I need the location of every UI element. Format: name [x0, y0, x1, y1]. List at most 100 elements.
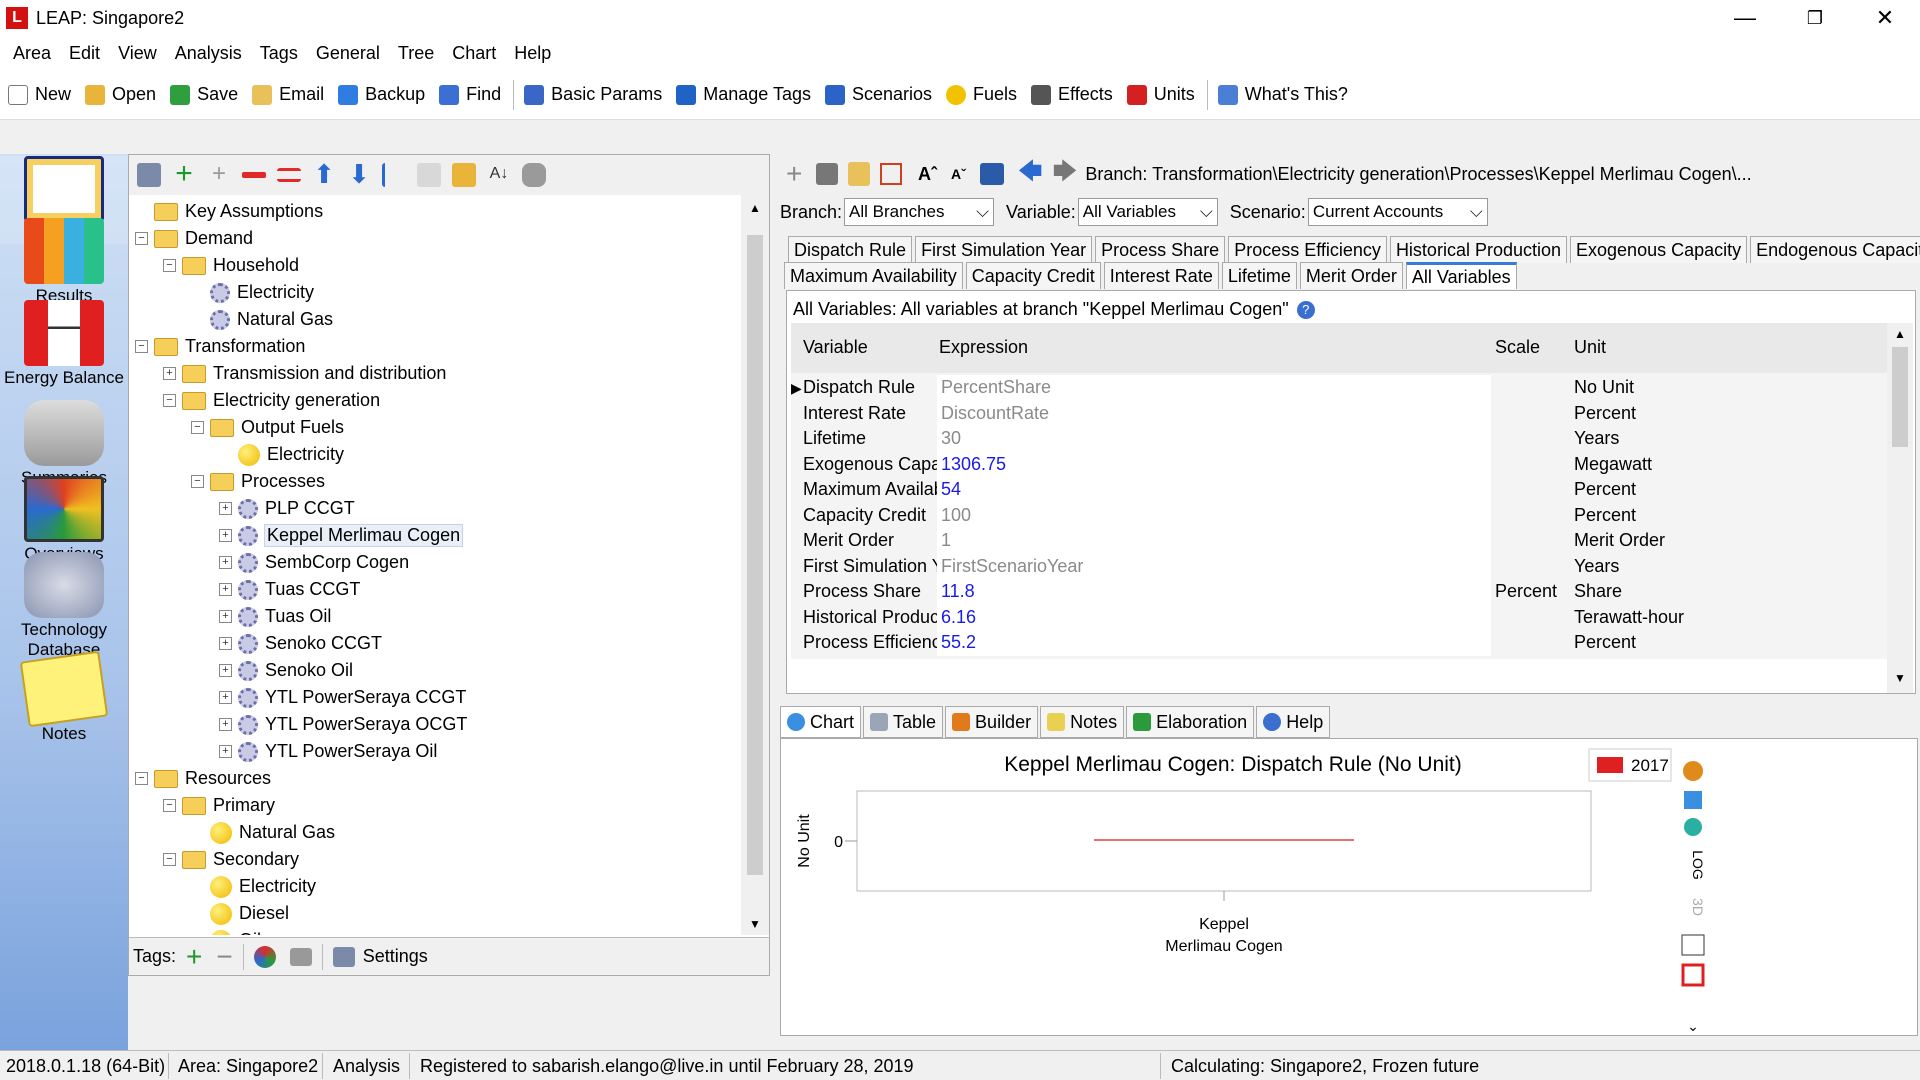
tree-expander-icon[interactable]: −	[135, 340, 148, 353]
tree-expander-icon[interactable]: −	[163, 853, 176, 866]
delete-multi-icon[interactable]	[277, 168, 301, 182]
folder-gray-icon[interactable]	[417, 163, 441, 187]
view-tab-notes[interactable]: Notes	[1040, 706, 1125, 738]
grid-row[interactable]: First Simulation YearFirstScenarioYear Ye…	[791, 553, 1887, 580]
cell-scale[interactable]: Percent	[1495, 581, 1557, 602]
chart-area-icon[interactable]	[1684, 818, 1702, 836]
cell-expression[interactable]: 6.16	[941, 607, 976, 628]
view-tab-chart[interactable]: Chart	[780, 706, 862, 738]
grid-row[interactable]: Process Efficiency 55.2 Percent	[791, 630, 1887, 656]
move-down-icon[interactable]: ⬇	[347, 161, 371, 187]
scroll-down-icon[interactable]: ▼	[1894, 671, 1906, 685]
tree-node[interactable]: − Output Fuels	[191, 414, 344, 441]
tree-node[interactable]: Electricity	[191, 279, 314, 306]
tree-node[interactable]: + PLP CCGT	[219, 495, 355, 522]
cell-expression[interactable]: 54	[941, 479, 961, 500]
grid-row[interactable]: Capacity Credit 100 Percent	[791, 502, 1887, 529]
menu-edit[interactable]: Edit	[60, 43, 109, 64]
tree-node[interactable]: − Demand	[135, 225, 253, 252]
font-decrease-icon[interactable]: Aˇ	[951, 166, 966, 182]
menu-view[interactable]: View	[109, 43, 166, 64]
back-arrow-icon[interactable]: 🡄	[1018, 154, 1043, 195]
scroll-up-icon[interactable]: ▲	[749, 201, 761, 215]
menu-tags[interactable]: Tags	[251, 43, 307, 64]
tree-node[interactable]: − Secondary	[163, 846, 299, 873]
scroll-up-icon[interactable]: ▲	[1894, 327, 1906, 341]
grid-scrollbar[interactable]: ▲ ▼	[1887, 323, 1913, 693]
tab-dispatch-rule[interactable]: Dispatch Rule	[788, 236, 913, 263]
menu-chart[interactable]: Chart	[443, 43, 505, 64]
delete-branch-icon[interactable]	[242, 172, 266, 178]
tree-expander-icon[interactable]: −	[191, 475, 204, 488]
tree-outline-icon[interactable]	[382, 163, 406, 187]
tree-view[interactable]: Key Assumptions − Demand − Household Electric…	[129, 195, 741, 935]
tab-process-efficiency[interactable]: Process Efficiency	[1228, 236, 1387, 263]
chart-bar-icon[interactable]	[1684, 791, 1702, 809]
cell-expression[interactable]: 55.2	[941, 632, 976, 653]
cell-unit[interactable]: Merit Order	[1574, 530, 1665, 551]
cell-unit[interactable]: Percent	[1574, 505, 1636, 526]
add-sibling-icon[interactable]: +	[207, 162, 231, 187]
tree-node[interactable]: + Transmission and distribution	[163, 360, 446, 387]
menu-help[interactable]: Help	[505, 43, 560, 64]
cell-expression[interactable]: FirstScenarioYear	[941, 556, 1083, 577]
cell-unit[interactable]: Percent	[1574, 632, 1636, 653]
branch-filter-select[interactable]: All Branches ⌵	[844, 198, 995, 226]
tree-properties-icon[interactable]	[137, 163, 161, 187]
cell-expression[interactable]: 1	[941, 530, 951, 551]
tree-node[interactable]: + YTL PowerSeraya Oil	[219, 738, 437, 765]
add-tag-icon[interactable]: +	[186, 941, 202, 973]
grid-row[interactable]: Interest Rate DiscountRate Percent	[791, 400, 1887, 427]
cell-unit[interactable]: Years	[1574, 428, 1619, 449]
toolbar-effects-button[interactable]: Effects	[1031, 84, 1113, 105]
tab-first-simulation-year[interactable]: First Simulation Year	[915, 236, 1093, 263]
chart-grid-icon[interactable]	[1681, 963, 1705, 987]
tab-endogenous-capacity[interactable]: Endogenous Capacity	[1750, 236, 1920, 263]
toolbar-save-button[interactable]: Save	[170, 84, 238, 105]
tree-expander-icon[interactable]: +	[163, 367, 176, 380]
cell-unit[interactable]: Percent	[1574, 403, 1636, 424]
tags-settings-button[interactable]: Settings	[363, 946, 428, 967]
tree-node[interactable]: + YTL PowerSeraya CCGT	[219, 684, 466, 711]
toolbar-manage-tags-button[interactable]: Manage Tags	[676, 84, 811, 105]
cell-expression[interactable]: 30	[941, 428, 961, 449]
sidebar-energy-balance[interactable]: Energy Balance	[0, 300, 128, 388]
menu-general[interactable]: General	[307, 43, 389, 64]
tree-node[interactable]: Diesel	[191, 900, 289, 927]
toolbar-scenarios-button[interactable]: Scenarios	[824, 84, 932, 105]
tree-node[interactable]: + Keppel Merlimau Cogen	[219, 522, 464, 549]
tree-expander-icon[interactable]: −	[135, 232, 148, 245]
tree-node[interactable]: − Electricity generation	[163, 387, 380, 414]
menu-analysis[interactable]: Analysis	[166, 43, 251, 64]
remove-tag-icon[interactable]: −	[216, 941, 232, 973]
grid-row[interactable]: Process Share 11.8 Percent Share	[791, 579, 1887, 605]
close-button[interactable]: ✕	[1850, 0, 1920, 36]
grid-row[interactable]: Historical Productior6.16 Terawatt-hour	[791, 604, 1887, 631]
cell-expression[interactable]: 100	[941, 505, 971, 526]
grid-row[interactable]: Lifetime 30 Years	[791, 426, 1887, 452]
tag-eraser-icon[interactable]	[289, 947, 312, 966]
tab-capacity-credit[interactable]: Capacity Credit	[965, 262, 1101, 289]
tree-node[interactable]: − Resources	[135, 765, 271, 792]
copy-icon[interactable]	[816, 163, 838, 185]
tree-node[interactable]: + SembCorp Cogen	[219, 549, 409, 576]
scroll-down-icon[interactable]: ▼	[749, 917, 761, 931]
grid-row[interactable]: ▶ Dispatch Rule PercentShare No Unit	[791, 375, 1887, 401]
tree-node[interactable]: − Household	[163, 252, 299, 279]
log-toggle[interactable]: LOG	[1690, 850, 1706, 880]
toolbar-find-button[interactable]: Find	[439, 84, 501, 105]
tab-exogenous-capacity[interactable]: Exogenous Capacity	[1570, 236, 1748, 263]
tree-node[interactable]: + Senoko Oil	[219, 657, 353, 684]
tree-expander-icon[interactable]: −	[163, 799, 176, 812]
cell-expression[interactable]: PercentShare	[941, 377, 1051, 398]
sidebar-results[interactable]: Results	[0, 218, 128, 306]
tree-node[interactable]: − Transformation	[135, 333, 305, 360]
chart-legend-icon[interactable]	[1681, 934, 1705, 956]
tree-expander-icon[interactable]: −	[191, 421, 204, 434]
tree-node[interactable]: Electricity	[191, 873, 316, 900]
tab-lifetime[interactable]: Lifetime	[1221, 262, 1297, 289]
3d-toggle[interactable]: 3D	[1690, 898, 1706, 916]
view-tab-elaboration[interactable]: Elaboration	[1126, 706, 1255, 738]
tab-historical-production[interactable]: Historical Production	[1389, 236, 1568, 263]
tag-colors-icon[interactable]	[253, 945, 276, 968]
